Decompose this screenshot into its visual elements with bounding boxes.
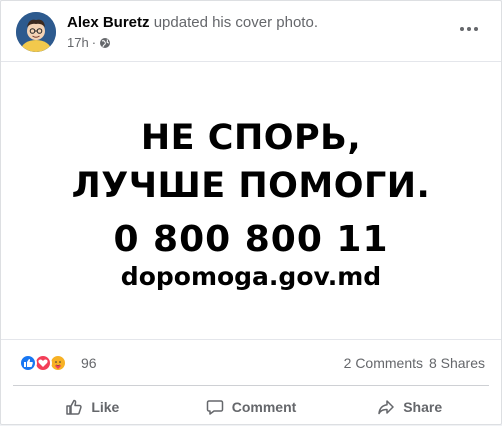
globe-icon[interactable] bbox=[99, 37, 111, 49]
more-options-icon[interactable] bbox=[451, 17, 487, 41]
reaction-count[interactable]: 96 bbox=[81, 355, 97, 371]
author-avatar[interactable] bbox=[16, 12, 56, 52]
post-card: Alex Buretz updated his cover photo. 17h… bbox=[0, 0, 502, 425]
share-icon bbox=[378, 400, 394, 415]
cover-phone-number: 0 800 800 11 bbox=[113, 219, 389, 260]
like-icon bbox=[19, 354, 37, 372]
avatar-illustration bbox=[16, 12, 56, 52]
post-header: Alex Buretz updated his cover photo. 17h… bbox=[1, 1, 501, 61]
post-stats: 96 2 Comments 8 Shares bbox=[1, 341, 501, 385]
cover-photo[interactable]: НЕ СПОРЬ, ЛУЧШЕ ПОМОГИ. 0 800 800 11 dop… bbox=[1, 61, 501, 340]
dot bbox=[467, 27, 471, 31]
dot bbox=[460, 27, 464, 31]
comment-button[interactable]: Comment bbox=[172, 386, 331, 426]
reaction-icons[interactable] bbox=[19, 354, 67, 372]
shares-count-link[interactable]: 8 Shares bbox=[429, 355, 485, 371]
comment-label: Comment bbox=[231, 399, 297, 415]
thumbs-up-icon bbox=[66, 399, 83, 415]
like-label: Like bbox=[91, 399, 120, 415]
share-button[interactable]: Share bbox=[330, 386, 489, 426]
post-actions-bar: Like Comment Share bbox=[13, 385, 489, 426]
comment-icon bbox=[206, 400, 223, 415]
comments-count-link[interactable]: 2 Comments bbox=[344, 355, 423, 371]
cover-headline-line1: НЕ СПОРЬ, bbox=[140, 118, 362, 158]
cover-website: dopomoga.gov.md bbox=[120, 262, 382, 291]
meta-separator: · bbox=[91, 35, 97, 50]
post-action-text: updated his cover photo. bbox=[153, 14, 318, 31]
post-meta: 17h · bbox=[67, 35, 111, 50]
author-line: Alex Buretz updated his cover photo. bbox=[67, 14, 318, 32]
dot bbox=[474, 27, 478, 31]
share-label: Share bbox=[403, 399, 443, 415]
post-timestamp[interactable]: 17h bbox=[67, 35, 89, 50]
like-button[interactable]: Like bbox=[13, 386, 172, 426]
cover-headline-line2: ЛУЧШЕ ПОМОГИ. bbox=[71, 166, 431, 206]
author-name[interactable]: Alex Buretz bbox=[67, 14, 150, 31]
